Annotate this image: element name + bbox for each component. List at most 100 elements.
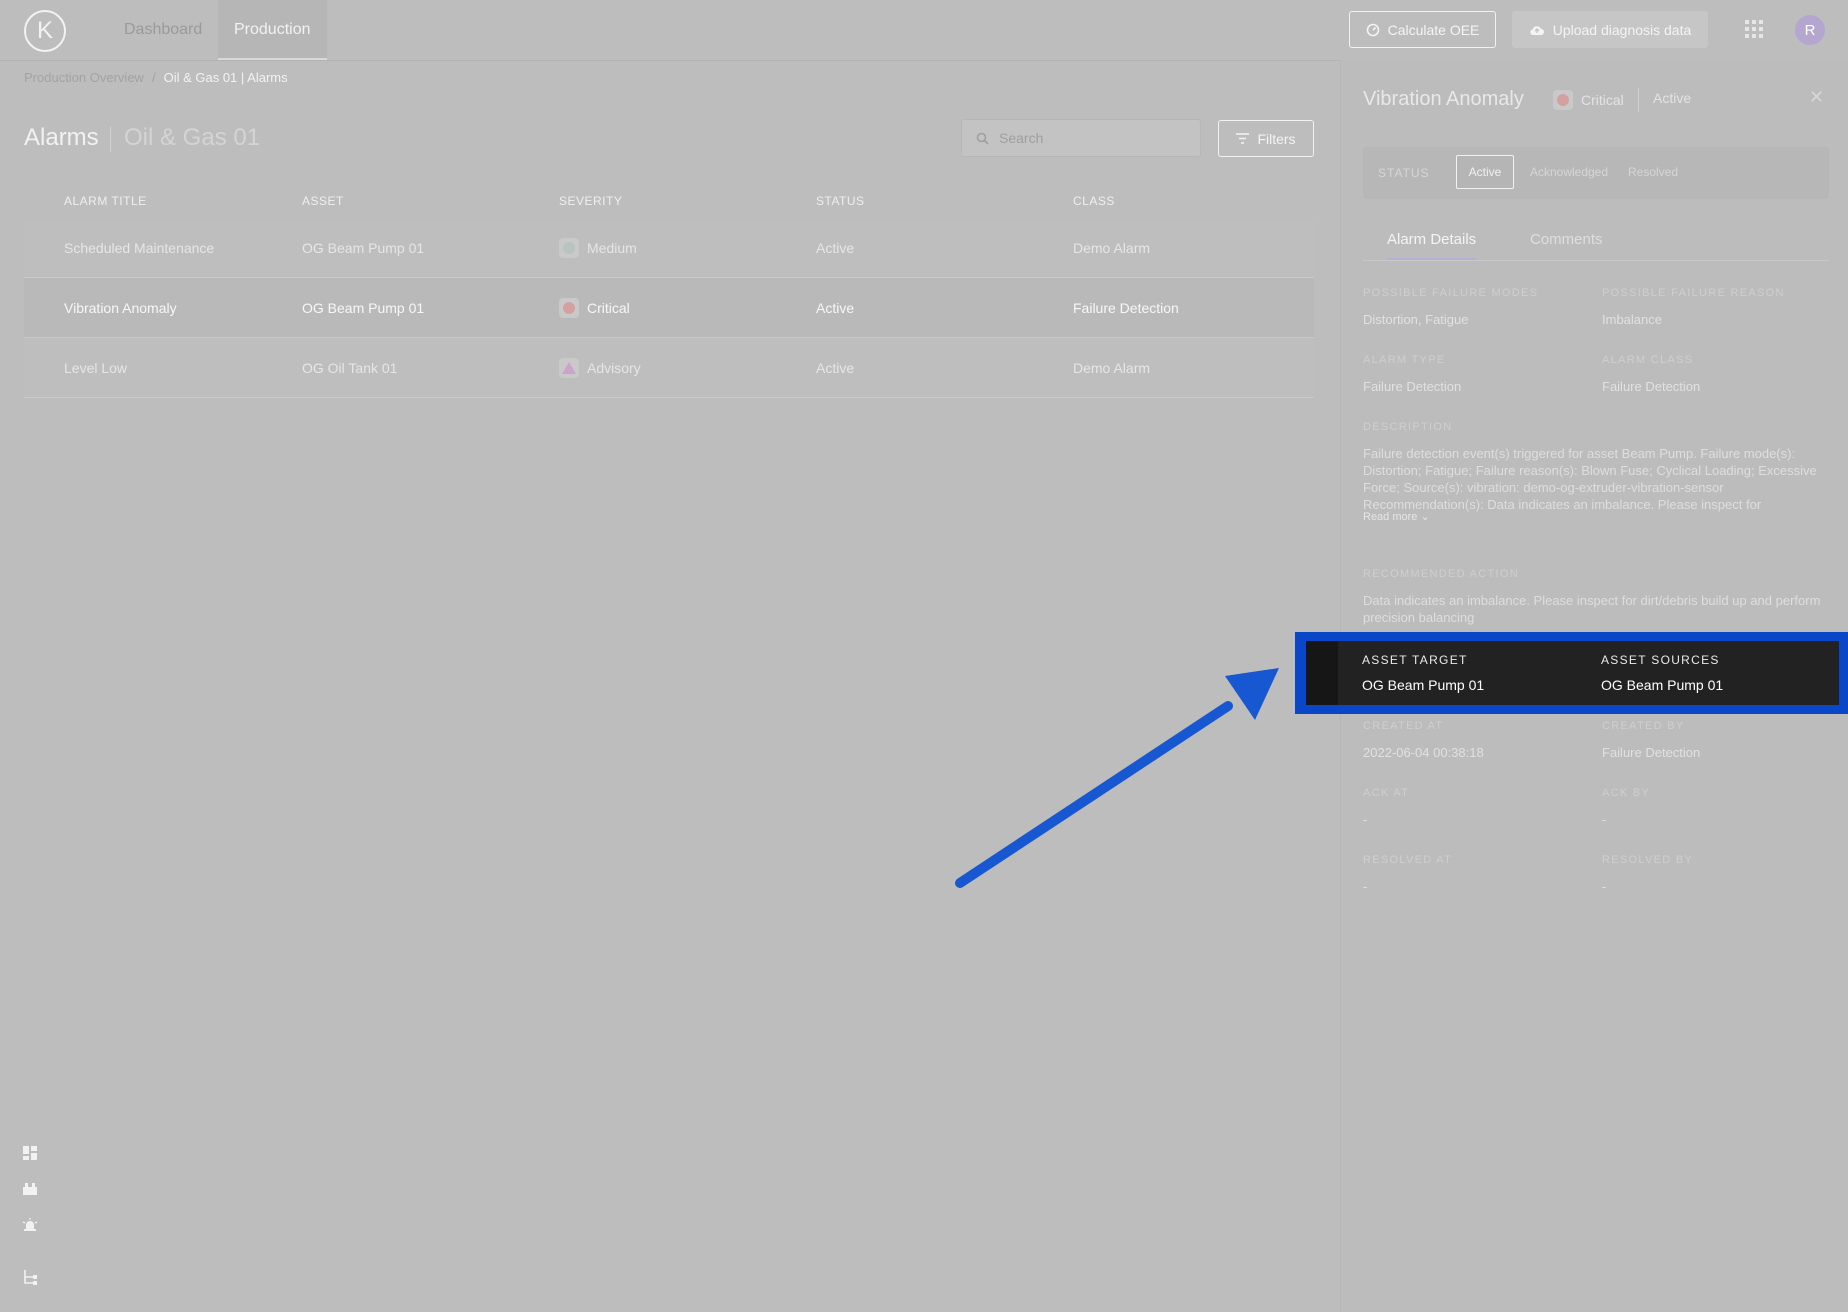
- severity-label: Medium: [587, 239, 637, 256]
- app-logo[interactable]: K: [24, 10, 66, 52]
- created-by-label: CREATED BY: [1602, 720, 1685, 732]
- close-icon[interactable]: ✕: [1809, 87, 1824, 108]
- created-by-value: Failure Detection: [1602, 745, 1701, 760]
- alarm-class-label: ALARM CLASS: [1602, 354, 1694, 366]
- tab-dashboard[interactable]: Dashboard: [108, 0, 218, 60]
- header-alarm-title[interactable]: ALARM TITLE: [24, 194, 302, 208]
- calculate-oee-button[interactable]: Calculate OEE: [1349, 11, 1496, 48]
- asset-sources-label: ASSET SOURCES: [1601, 653, 1720, 667]
- apps-grid-icon[interactable]: [1745, 20, 1763, 38]
- header-severity[interactable]: SEVERITY: [559, 194, 816, 208]
- ack-by-value: -: [1602, 812, 1607, 827]
- failure-modes-label: POSSIBLE FAILURE MODES: [1363, 287, 1539, 299]
- failure-reason-label: POSSIBLE FAILURE REASON: [1602, 287, 1785, 299]
- description-label: DESCRIPTION: [1363, 421, 1453, 433]
- status-selector: STATUS Active Acknowledged Resolved: [1363, 147, 1829, 199]
- severity-critical-icon: [559, 297, 579, 318]
- severity-critical-icon: [1553, 90, 1573, 110]
- alarm-icon[interactable]: [22, 1217, 38, 1233]
- cell-asset: OG Beam Pump 01: [302, 299, 425, 316]
- filters-button[interactable]: Filters: [1218, 120, 1314, 157]
- recommended-action-label: RECOMMENDED ACTION: [1363, 568, 1520, 580]
- ack-by-label: ACK BY: [1602, 787, 1651, 799]
- cell-class: Failure Detection: [1073, 299, 1179, 316]
- cell-class: Demo Alarm: [1073, 239, 1151, 256]
- header-asset[interactable]: ASSET: [302, 194, 559, 208]
- tab-comments[interactable]: Comments: [1530, 220, 1603, 260]
- page-subtitle: Oil & Gas 01: [124, 124, 261, 151]
- severity-medium-icon: [559, 237, 579, 258]
- highlight-edge: [1306, 641, 1338, 705]
- cloud-upload-icon: [1530, 25, 1544, 35]
- cell-asset: OG Beam Pump 01: [302, 239, 425, 256]
- read-more-label: Read more: [1363, 511, 1418, 523]
- search-placeholder: Search: [999, 130, 1044, 146]
- asset-target-value[interactable]: OG Beam Pump 01: [1362, 677, 1484, 693]
- top-navigation-bar: K Dashboard Production Calculate OEE Upl…: [0, 0, 1848, 61]
- search-icon: [976, 132, 989, 145]
- tab-production[interactable]: Production: [218, 0, 327, 60]
- status-option-acknowledged[interactable]: Acknowledged: [1523, 155, 1615, 189]
- failure-reason-value: Imbalance: [1602, 312, 1662, 327]
- cell-title: Vibration Anomaly: [64, 299, 177, 316]
- breadcrumb-current: Oil & Gas 01 | Alarms: [163, 70, 288, 85]
- cell-severity: Advisory: [559, 357, 816, 378]
- calculate-oee-label: Calculate OEE: [1387, 21, 1480, 38]
- ack-at-label: ACK AT: [1363, 787, 1410, 799]
- resolved-at-value: -: [1363, 879, 1368, 894]
- table-header: ALARM TITLE ASSET SEVERITY STATUS CLASS: [24, 184, 1314, 218]
- table-row[interactable]: Scheduled Maintenance OG Beam Pump 01 Me…: [24, 218, 1314, 278]
- resolved-by-label: RESOLVED BY: [1602, 854, 1694, 866]
- recommended-action-text: Data indicates an imbalance. Please insp…: [1363, 593, 1821, 625]
- severity-label: Advisory: [587, 359, 641, 376]
- asset-sources-value[interactable]: OG Beam Pump 01: [1601, 677, 1723, 693]
- chevron-down-icon: ⌄: [1420, 511, 1430, 523]
- panel-severity: Critical: [1553, 90, 1624, 110]
- panel-title: Vibration Anomaly: [1363, 88, 1524, 110]
- panel-status-label: Active: [1653, 90, 1692, 106]
- severity-advisory-icon: [559, 357, 579, 378]
- hierarchy-icon[interactable]: [22, 1269, 38, 1285]
- severity-label: Critical: [587, 299, 630, 316]
- resolved-at-label: RESOLVED AT: [1363, 854, 1453, 866]
- asset-target-label: ASSET TARGET: [1362, 653, 1468, 667]
- factory-icon[interactable]: [22, 1181, 38, 1197]
- panel-divider: [1638, 88, 1639, 112]
- cell-asset: OG Oil Tank 01: [302, 359, 398, 376]
- resolved-by-value: -: [1602, 879, 1607, 894]
- breadcrumb-separator: /: [151, 70, 156, 85]
- alarms-table: ALARM TITLE ASSET SEVERITY STATUS CLASS …: [24, 184, 1314, 398]
- filters-label: Filters: [1257, 130, 1296, 147]
- gauge-icon: [1366, 23, 1379, 36]
- read-more-link[interactable]: Read more ⌄: [1363, 510, 1430, 523]
- description-text: Failure detection event(s) triggered for…: [1363, 446, 1817, 512]
- cell-severity: Critical: [559, 297, 816, 318]
- status-option-resolved[interactable]: Resolved: [1623, 155, 1683, 189]
- breadcrumb-root[interactable]: Production Overview: [24, 70, 144, 85]
- status-option-active[interactable]: Active: [1456, 155, 1514, 189]
- header-class[interactable]: CLASS: [1073, 194, 1314, 208]
- search-input[interactable]: Search: [961, 119, 1201, 157]
- tab-alarm-details[interactable]: Alarm Details: [1387, 220, 1477, 260]
- asset-target-section: [1306, 641, 1839, 705]
- upload-diagnosis-button[interactable]: Upload diagnosis data: [1512, 11, 1708, 48]
- ack-at-value: -: [1363, 812, 1368, 827]
- table-row-selected[interactable]: Vibration Anomaly OG Beam Pump 01 Critic…: [24, 278, 1314, 338]
- panel-severity-label: Critical: [1581, 92, 1624, 108]
- panel-tabs: Alarm Details Comments: [1363, 220, 1829, 261]
- page-title: Alarms: [24, 124, 99, 151]
- failure-modes-value: Distortion, Fatigue: [1363, 312, 1469, 327]
- logo-letter: K: [36, 17, 53, 44]
- created-at-label: CREATED AT: [1363, 720, 1444, 732]
- dashboard-icon[interactable]: [22, 1145, 38, 1161]
- title-divider: [110, 126, 111, 152]
- alarm-class-value: Failure Detection: [1602, 379, 1701, 394]
- filter-icon: [1236, 133, 1250, 144]
- header-status[interactable]: STATUS: [816, 194, 1073, 208]
- table-row[interactable]: Level Low OG Oil Tank 01 Advisory Active…: [24, 338, 1314, 398]
- upload-diagnosis-label: Upload diagnosis data: [1552, 21, 1692, 38]
- user-avatar[interactable]: R: [1795, 15, 1825, 45]
- alarm-type-label: ALARM TYPE: [1363, 354, 1446, 366]
- cell-status: Active: [816, 299, 855, 316]
- cell-status: Active: [816, 239, 855, 256]
